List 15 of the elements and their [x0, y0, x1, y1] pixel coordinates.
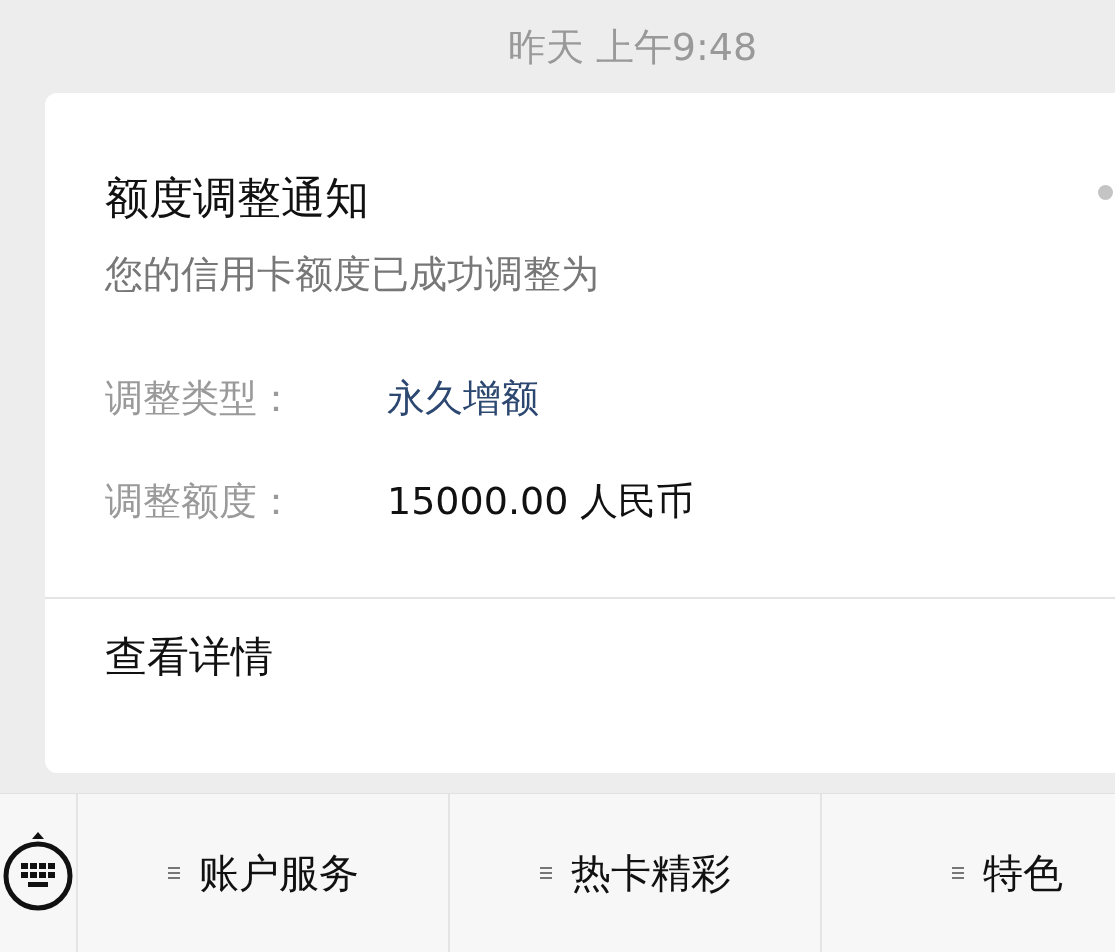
- menu-tab[interactable]: 热卡精彩: [450, 794, 822, 952]
- menu-icon: [539, 866, 553, 880]
- menu-icon: [167, 866, 181, 880]
- field-value: 永久增额: [387, 375, 539, 422]
- field-value: 15000.00 人民币: [387, 478, 695, 525]
- menu-tab[interactable]: 特色: [822, 794, 1115, 952]
- status-dot-icon: [1098, 185, 1113, 200]
- message-title: 额度调整通知: [105, 171, 369, 225]
- message-subtitle: 您的信用卡额度已成功调整为: [105, 251, 600, 297]
- message-timestamp: 昨天 上午9:48: [506, 24, 759, 71]
- menu-tab[interactable]: 账户服务: [78, 794, 450, 952]
- field-label: 调整额度：: [105, 478, 296, 525]
- view-details-link[interactable]: 查看详情: [105, 629, 273, 685]
- field-label: 调整类型：: [105, 375, 296, 422]
- menu-icon: [951, 866, 965, 880]
